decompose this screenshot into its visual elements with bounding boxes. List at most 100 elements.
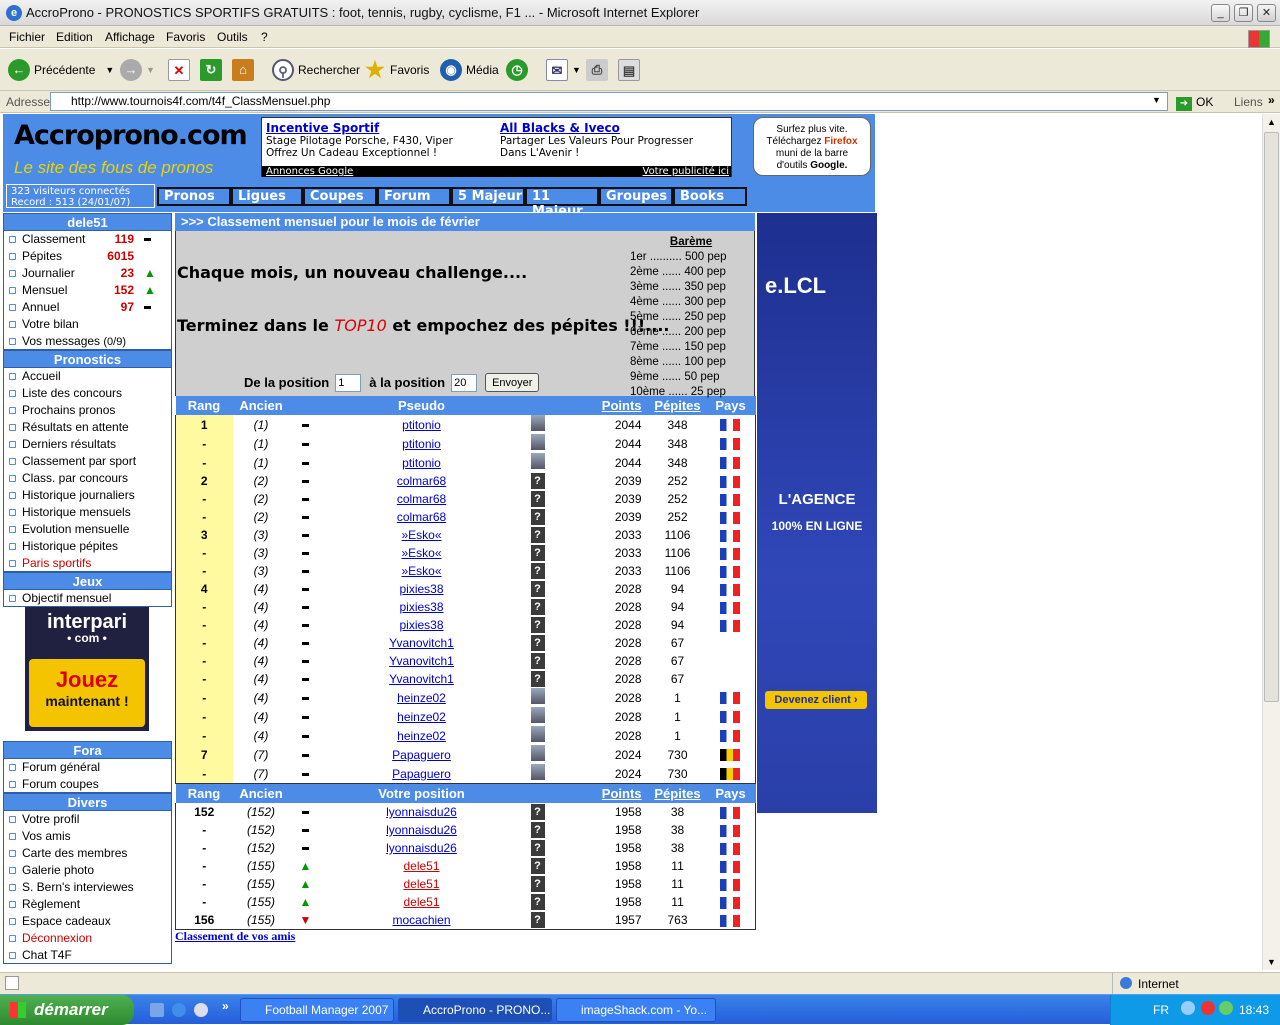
- sidebar-item-messages[interactable]: Vos messages (0/9): [3, 333, 172, 350]
- vertical-scrollbar[interactable]: ▲ ▼: [1262, 114, 1280, 970]
- language-indicator[interactable]: FR: [1153, 1003, 1169, 1017]
- avatar-unknown-icon[interactable]: ?: [530, 804, 545, 820]
- minimize-button[interactable]: _: [1211, 4, 1230, 22]
- lcl-ad[interactable]: e.LCL L'AGENCE 100% EN LIGNE Devenez cli…: [757, 213, 877, 813]
- avatar-unknown-icon[interactable]: ?: [530, 617, 545, 633]
- nav-books[interactable]: Books: [673, 187, 747, 206]
- submit-button[interactable]: Envoyer: [485, 373, 540, 392]
- tray-icon-2[interactable]: [1201, 1001, 1215, 1015]
- pseudo-link[interactable]: Papaguero: [392, 767, 451, 781]
- sidebar-item-pronostics-9[interactable]: Evolution mensuelle: [3, 521, 172, 538]
- pseudo-link[interactable]: dele51: [403, 877, 439, 891]
- back-button[interactable]: ← Précédente ▼: [8, 55, 114, 85]
- sidebar-item-pronostics-7[interactable]: Historique journaliers: [3, 487, 172, 504]
- nav-ligues[interactable]: Ligues: [231, 187, 303, 206]
- pseudo-link[interactable]: pixies38: [399, 582, 443, 596]
- pseudo-link[interactable]: heinze02: [397, 691, 446, 705]
- go-button[interactable]: ➜ OK: [1176, 95, 1213, 111]
- avatar-photo-icon[interactable]: [530, 726, 545, 742]
- maximize-button[interactable]: ❐: [1234, 4, 1253, 22]
- pseudo-link[interactable]: ptitonio: [402, 456, 441, 470]
- stop-button[interactable]: ✕: [168, 55, 194, 85]
- lcl-cta-button[interactable]: Devenez client ›: [765, 691, 867, 709]
- nav-coupes[interactable]: Coupes: [303, 187, 377, 206]
- address-input[interactable]: http://www.tournois4f.com/t4f_ClassMensu…: [50, 92, 1168, 111]
- pseudo-link[interactable]: colmar68: [397, 474, 446, 488]
- search-button[interactable]: ⚲ Rechercher: [272, 55, 360, 85]
- interpari-ad[interactable]: interpari • com • Jouez maintenant !: [25, 607, 149, 731]
- media-button[interactable]: ◉ Média: [440, 55, 499, 85]
- avatar-unknown-icon[interactable]: ?: [530, 599, 545, 615]
- tray-icon-3[interactable]: [1219, 1001, 1233, 1015]
- menu-edition[interactable]: Edition: [56, 30, 93, 44]
- nav-11-majeur[interactable]: 11 Majeur: [525, 187, 599, 219]
- sidebar-item-pronostics-8[interactable]: Historique mensuels: [3, 504, 172, 521]
- home-button[interactable]: ⌂: [232, 55, 258, 85]
- pseudo-link[interactable]: colmar68: [397, 492, 446, 506]
- sidebar-item-pronostics-6[interactable]: Class. par concours: [3, 470, 172, 487]
- sidebar-item-pronostics-10[interactable]: Historique pépites: [3, 538, 172, 555]
- avatar-unknown-icon[interactable]: ?: [530, 653, 545, 669]
- sidebar-item-divers-4[interactable]: S. Bern's interviewes: [3, 879, 172, 896]
- sidebar-item-divers-5[interactable]: Règlement: [3, 896, 172, 913]
- pseudo-link[interactable]: »Esko«: [401, 528, 441, 542]
- avatar-unknown-icon[interactable]: ?: [530, 840, 545, 856]
- sidebar-item-divers-0[interactable]: Votre profil: [3, 811, 172, 828]
- sidebar-item-pronostics-1[interactable]: Liste des concours: [3, 385, 172, 402]
- sidebar-item-pronostics-2[interactable]: Prochains pronos: [3, 402, 172, 419]
- refresh-button[interactable]: ↻: [200, 55, 226, 85]
- avatar-photo-icon[interactable]: [530, 453, 545, 469]
- pseudo-link[interactable]: heinze02: [397, 710, 446, 724]
- sidebar-item-fora-1[interactable]: Forum coupes: [3, 776, 172, 793]
- sidebar-item-pronostics-11[interactable]: Paris sportifs: [3, 555, 172, 572]
- avatar-photo-icon[interactable]: [530, 745, 545, 761]
- avatar-unknown-icon[interactable]: ?: [530, 671, 545, 687]
- quicklaunch-ie-icon[interactable]: [172, 1003, 186, 1017]
- sidebar-item-divers-2[interactable]: Carte des membres: [3, 845, 172, 862]
- menu-outils[interactable]: Outils: [217, 30, 248, 44]
- sidebar-item-jeux-0[interactable]: Objectif mensuel: [3, 590, 172, 607]
- avatar-unknown-icon[interactable]: ?: [530, 876, 545, 892]
- site-logo[interactable]: Accroprono.com Le site des fous de prono…: [9, 118, 255, 186]
- avatar-unknown-icon[interactable]: ?: [530, 911, 545, 928]
- firefox-ad[interactable]: Surfez plus vite. Téléchargez Firefox mu…: [753, 117, 871, 176]
- sidebar-item-bilan[interactable]: Votre bilan: [3, 316, 172, 333]
- pseudo-link[interactable]: lyonnaisdu26: [386, 841, 457, 855]
- nav-5-majeur[interactable]: 5 Majeur: [451, 187, 525, 206]
- pseudo-link[interactable]: ptitonio: [402, 418, 441, 432]
- scrollbar-thumb[interactable]: [1264, 132, 1279, 702]
- stat-1[interactable]: Pépites 6015: [3, 248, 172, 265]
- chevron-right-icon[interactable]: »: [1268, 93, 1275, 107]
- sidebar-item-fora-0[interactable]: Forum général: [3, 759, 172, 776]
- pseudo-link[interactable]: dele51: [403, 895, 439, 909]
- your-ad-link[interactable]: Votre publicité ici: [643, 166, 730, 177]
- pseudo-link[interactable]: pixies38: [399, 600, 443, 614]
- nav-forum[interactable]: Forum: [377, 187, 451, 206]
- sidebar-item-divers-1[interactable]: Vos amis: [3, 828, 172, 845]
- task-imageshack[interactable]: imageShack.com - Yo...: [556, 998, 716, 1022]
- sidebar-item-pronostics-3[interactable]: Résultats en attente: [3, 419, 172, 436]
- avatar-photo-icon[interactable]: [530, 707, 545, 723]
- avatar-unknown-icon[interactable]: ?: [530, 545, 545, 561]
- avatar-photo-icon[interactable]: [530, 415, 545, 431]
- print-button[interactable]: ⎙: [586, 55, 612, 85]
- quicklaunch-media-icon[interactable]: [194, 1003, 208, 1017]
- stat-3[interactable]: Mensuel 152 ▲: [3, 282, 172, 299]
- avatar-unknown-icon[interactable]: ?: [530, 822, 545, 838]
- menu-fichier[interactable]: Fichier: [9, 30, 45, 44]
- menu-favoris[interactable]: Favoris: [166, 30, 205, 44]
- dropdown-arrow-icon[interactable]: ▼: [146, 65, 155, 75]
- avatar-unknown-icon[interactable]: ?: [530, 527, 545, 543]
- pseudo-link[interactable]: heinze02: [397, 729, 446, 743]
- to-position-input[interactable]: [451, 373, 478, 392]
- pseudo-link[interactable]: ptitonio: [402, 437, 441, 451]
- ad-2[interactable]: All Blacks & Iveco Partager Les Valeurs …: [500, 121, 693, 159]
- sidebar-item-pronostics-5[interactable]: Classement par sport: [3, 453, 172, 470]
- pseudo-link[interactable]: dele51: [403, 859, 439, 873]
- pseudo-link[interactable]: colmar68: [397, 510, 446, 524]
- pseudo-link[interactable]: Yvanovitch1: [389, 654, 454, 668]
- nav-pronos[interactable]: Pronos: [157, 187, 231, 206]
- avatar-unknown-icon[interactable]: ?: [530, 473, 545, 489]
- friends-ranking-link[interactable]: Classement de vos amis: [175, 929, 295, 944]
- history-button[interactable]: ◷: [506, 55, 532, 85]
